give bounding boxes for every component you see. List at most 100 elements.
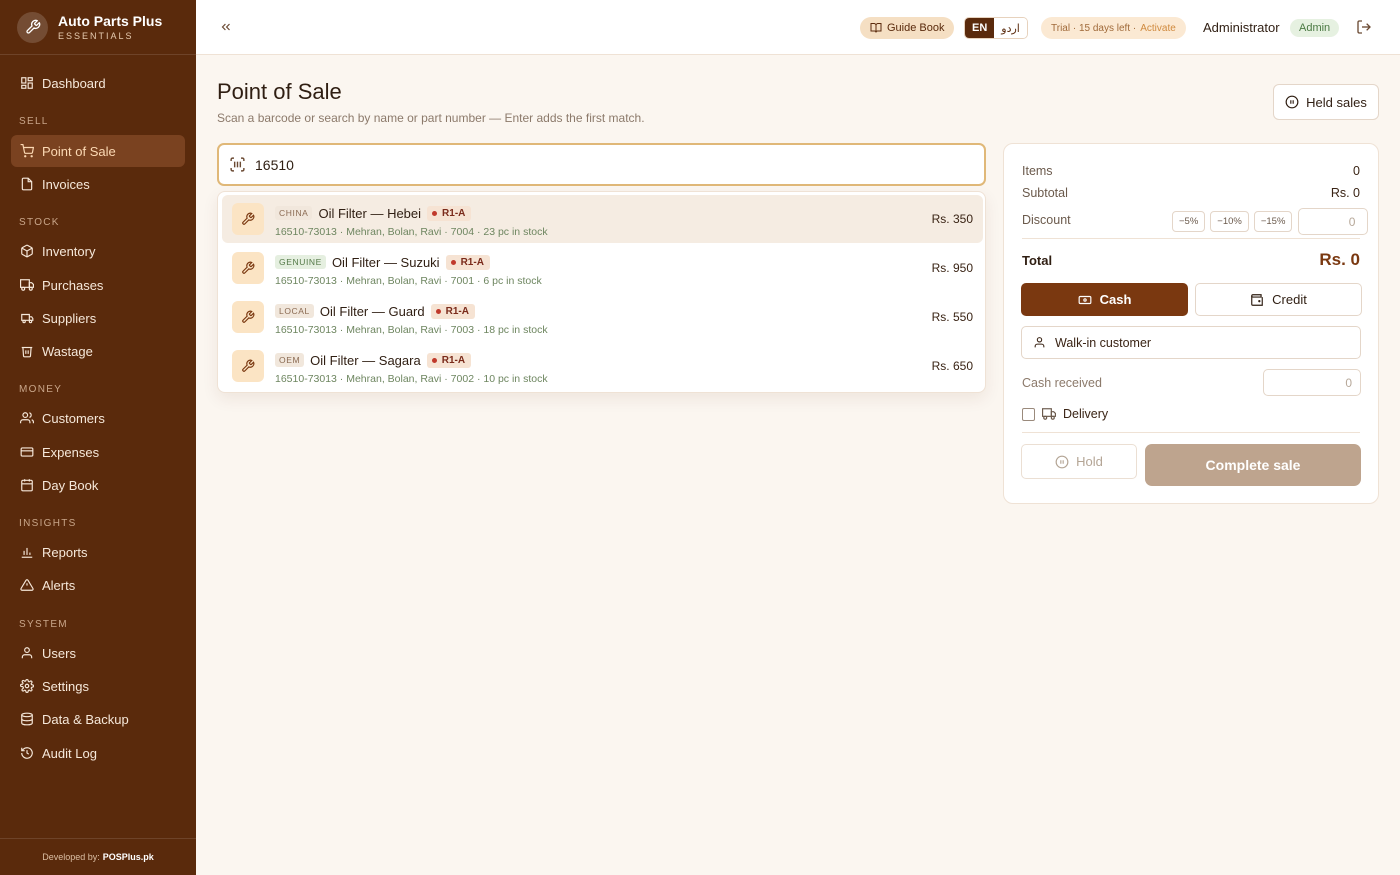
hold-label: Hold [1076,454,1103,469]
sidebar-item-point-of-sale[interactable]: Point of Sale [11,135,185,167]
wrench-icon [232,350,264,382]
sidebar-item-label: Customers [42,410,105,426]
discount-15-button[interactable]: −15% [1253,211,1293,232]
sidebar-item-label: Purchases [42,277,104,293]
product-search [217,143,986,186]
subtotal-value: Rs. 0 [1330,186,1360,200]
source-tag: LOCAL [275,304,314,318]
held-sales-button[interactable]: Held sales [1273,84,1379,120]
divider [1022,432,1360,433]
sidebar-item-audit-log[interactable]: Audit Log [11,737,185,769]
activate-link[interactable]: Activate [1140,23,1176,34]
wallet-icon [1251,293,1263,306]
pin-icon [432,210,438,216]
cash-icon [1078,295,1092,304]
location-badge: R1-A [426,352,472,368]
section-insights: INSIGHTS [19,518,77,529]
location-label: R1-A [441,354,466,366]
sidebar-item-data-backup[interactable]: Data & Backup [11,703,185,735]
top-bar: Guide Book EN اردو Trial · 15 days left … [196,0,1400,55]
sidebar-item-day-book[interactable]: Day Book [11,469,185,501]
result-item[interactable]: GENUINE Oil Filter — Suzuki R1-A 16510-7… [222,244,983,292]
product-name: Oil Filter — Suzuki [331,254,440,270]
hold-button[interactable]: Hold [1021,444,1137,479]
page-subtitle: Scan a barcode or search by name or part… [217,111,645,125]
wrench-icon [232,252,264,284]
cash-received-input[interactable]: 0 [1263,369,1361,396]
sidebar-item-suppliers[interactable]: Suppliers [11,302,185,334]
role-badge: Admin [1290,19,1340,37]
sidebar-item-settings[interactable]: Settings [11,670,185,702]
invoice-icon [21,177,33,191]
trial-badge: Trial · 15 days left · Activate [1041,17,1186,39]
guide-book-button[interactable]: Guide Book [860,17,955,39]
book-icon [870,23,882,33]
guide-book-label: Guide Book [887,22,945,34]
customer-label: Walk-in customer [1055,335,1152,350]
logout-button[interactable] [1356,19,1374,37]
dashboard-icon [21,77,33,89]
divider [1022,238,1360,239]
product-name: Oil Filter — Hebei [318,205,422,221]
location-label: R1-A [442,207,466,219]
product-price: Rs. 950 [931,261,973,275]
discount-5-button[interactable]: −5% [1172,211,1206,232]
sidebar-item-inventory[interactable]: Inventory [11,235,185,267]
product-price: Rs. 650 [931,359,973,373]
discount-controls: −5% −10% −15% 0 [1172,208,1369,235]
sidebar-item-users[interactable]: Users [11,637,185,669]
discount-10-button[interactable]: −10% [1210,211,1249,232]
search-input[interactable] [255,156,855,173]
bar-chart-icon [21,547,33,558]
lang-ur-button[interactable]: اردو [994,18,1027,38]
sidebar-item-dashboard[interactable]: Dashboard [11,67,185,99]
credit-button[interactable]: Credit [1195,283,1362,316]
sidebar-item-invoices[interactable]: Invoices [11,168,185,200]
cash-button[interactable]: Cash [1021,283,1188,316]
footer-brand[interactable]: POSPlus.pk [103,852,154,862]
sidebar-item-label: Audit Log [42,745,97,761]
sidebar-item-customers[interactable]: Customers [11,402,185,434]
source-tag: GENUINE [275,255,326,269]
sidebar-item-expenses[interactable]: Expenses [11,436,185,468]
sidebar-item-purchases[interactable]: Purchases [11,269,185,301]
sidebar-item-label: Expenses [42,444,100,460]
complete-sale-button[interactable]: Complete sale [1145,444,1361,486]
product-details: 16510-73013 · Mehran, Bolan, Ravi · 7004… [275,226,548,238]
cash-received-label: Cash received [1022,376,1102,390]
items-value: 0 [1353,164,1360,178]
discount-input[interactable]: 0 [1298,208,1369,235]
delivery-checkbox[interactable] [1022,407,1035,421]
sidebar-item-label: Reports [42,544,88,560]
pin-icon [435,308,441,314]
cart-icon [20,144,34,158]
result-item[interactable]: LOCAL Oil Filter — Guard R1-A 16510-7301… [222,293,983,341]
delivery-toggle[interactable]: Delivery [1022,407,1108,421]
brand[interactable]: Auto Parts Plus ESSENTIALS [0,0,196,55]
users-icon [20,412,34,424]
location-badge: R1-A [445,254,490,270]
customer-select[interactable]: Walk-in customer [1021,326,1361,359]
product-details: 16510-73013 · Mehran, Bolan, Ravi · 7002… [275,373,548,385]
pause-circle-icon [1055,455,1069,468]
location-label: R1-A [460,256,484,268]
gear-icon [20,679,34,693]
total-value: Rs. 0 [1319,250,1360,269]
cart-panel: Items 0 Subtotal Rs. 0 Discount −5% −10%… [1003,143,1379,504]
section-sell: SELL [19,116,49,127]
section-system: SYSTEM [19,619,68,630]
lang-en-button[interactable]: EN [965,18,995,38]
alert-icon [20,579,34,591]
sidebar-item-wastage[interactable]: Wastage [11,335,185,367]
sidebar-item-reports[interactable]: Reports [11,536,185,568]
wrench-icon [17,11,48,43]
user-name: Administrator [1203,20,1280,35]
result-item[interactable]: OEM Oil Filter — Sagara R1-A 16510-73013… [222,342,983,390]
sidebar-item-label: Invoices [42,176,90,192]
history-icon [21,747,33,759]
collapse-sidebar-button[interactable] [216,17,236,37]
database-icon [21,712,33,726]
user-icon [21,647,33,659]
result-item[interactable]: CHINA Oil Filter — Hebei R1-A 16510-7301… [222,195,983,243]
sidebar-item-alerts[interactable]: Alerts [11,569,185,601]
